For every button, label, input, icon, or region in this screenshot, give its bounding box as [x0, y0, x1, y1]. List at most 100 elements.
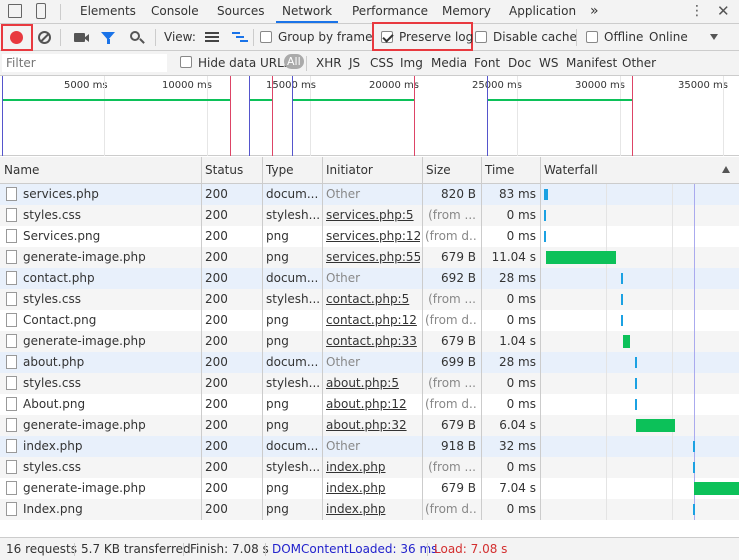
device-toolbar-icon[interactable]: [36, 3, 46, 19]
row-size: (from d...: [425, 502, 476, 516]
table-row[interactable]: generate-image.php 200 png contact.php:33 67…: [0, 331, 739, 352]
overview-bar: [2, 99, 230, 101]
filter-type-font[interactable]: Font: [474, 56, 500, 70]
row-name[interactable]: generate-image.php: [23, 247, 199, 268]
inspect-element-icon[interactable]: [8, 4, 22, 18]
row-initiator[interactable]: about.php:12: [326, 394, 420, 415]
row-initiator[interactable]: index.php: [326, 499, 420, 520]
row-initiator[interactable]: contact.php:33: [326, 331, 420, 352]
waterfall-bar: [693, 504, 696, 515]
column-divider: [422, 478, 423, 499]
row-name[interactable]: About.png: [23, 394, 199, 415]
row-name[interactable]: generate-image.php: [23, 478, 199, 499]
tab-sources[interactable]: Sources: [217, 0, 264, 23]
row-initiator[interactable]: index.php: [326, 478, 420, 499]
row-time: 32 ms: [498, 439, 536, 453]
clear-icon[interactable]: [38, 31, 51, 44]
close-icon[interactable]: ✕: [717, 2, 730, 20]
row-name[interactable]: styles.css: [23, 373, 199, 394]
chevron-down-icon[interactable]: [710, 34, 718, 40]
row-size: 679 B: [441, 418, 476, 432]
tab-performance[interactable]: Performance: [352, 0, 428, 23]
row-name[interactable]: generate-image.php: [23, 415, 199, 436]
row-initiator[interactable]: contact.php:5: [326, 289, 420, 310]
preserve-log-checkbox[interactable]: [381, 31, 393, 43]
sort-ascending-icon[interactable]: [722, 166, 730, 173]
tab-console[interactable]: Console: [151, 0, 199, 23]
hide-data-urls-checkbox[interactable]: [180, 56, 192, 68]
more-tabs-button[interactable]: »: [590, 0, 599, 23]
table-row[interactable]: generate-image.php 200 png index.php 679 B 7.…: [0, 478, 739, 499]
column-divider: [481, 478, 482, 499]
table-row[interactable]: Index.png 200 png index.php (from d... 0 ms: [0, 499, 739, 520]
table-row[interactable]: Contact.png 200 png contact.php:12 (from d..…: [0, 310, 739, 331]
table-row[interactable]: styles.css 200 stylesh... contact.php:5 (fro…: [0, 289, 739, 310]
filter-type-ws[interactable]: WS: [539, 56, 558, 70]
column-type[interactable]: Type: [262, 157, 294, 184]
table-row[interactable]: index.php 200 docum... Other 918 B 32 ms: [0, 436, 739, 457]
row-name[interactable]: styles.css: [23, 205, 199, 226]
table-row[interactable]: styles.css 200 stylesh... services.php:5 (fr…: [0, 205, 739, 226]
table-row[interactable]: About.png 200 png about.php:12 (from d... 0 m…: [0, 394, 739, 415]
row-name[interactable]: about.php: [23, 352, 199, 373]
row-initiator[interactable]: about.php:5: [326, 373, 420, 394]
column-time[interactable]: Time: [481, 157, 514, 184]
filter-type-css[interactable]: CSS: [370, 56, 394, 70]
record-icon[interactable]: [10, 31, 23, 44]
table-row[interactable]: contact.php 200 docum... Other 692 B 28 ms: [0, 268, 739, 289]
tab-memory[interactable]: Memory: [442, 0, 491, 23]
large-rows-icon[interactable]: [205, 32, 219, 43]
filter-type-img[interactable]: Img: [400, 56, 423, 70]
column-size[interactable]: Size: [422, 157, 451, 184]
row-initiator[interactable]: services.php:5: [326, 205, 420, 226]
table-row[interactable]: Services.png 200 png services.php:12 (from d…: [0, 226, 739, 247]
tab-network[interactable]: Network: [276, 0, 339, 23]
row-name[interactable]: Services.png: [23, 226, 199, 247]
table-row[interactable]: styles.css 200 stylesh... index.php (from ..…: [0, 457, 739, 478]
row-initiator[interactable]: contact.php:12: [326, 310, 420, 331]
row-type: png: [266, 502, 289, 516]
filter-type-manifest[interactable]: Manifest: [566, 56, 617, 70]
row-initiator[interactable]: about.php:32: [326, 415, 420, 436]
row-initiator[interactable]: services.php:55: [326, 247, 420, 268]
column-initiator[interactable]: Initiator: [322, 157, 373, 184]
waterfall-overview-icon[interactable]: [232, 32, 248, 43]
row-name[interactable]: styles.css: [23, 457, 199, 478]
table-row[interactable]: services.php 200 docum... Other 820 B 83 ms: [0, 184, 739, 205]
row-initiator[interactable]: index.php: [326, 457, 420, 478]
filter-type-all[interactable]: All: [284, 54, 304, 69]
row-name[interactable]: contact.php: [23, 268, 199, 289]
row-status: 200: [205, 418, 228, 432]
offline-checkbox[interactable]: [586, 31, 598, 43]
more-options-icon[interactable]: ⋮: [690, 3, 704, 19]
row-name[interactable]: Index.png: [23, 499, 199, 520]
column-waterfall[interactable]: Waterfall: [540, 157, 598, 184]
filter-type-js[interactable]: JS: [349, 56, 360, 70]
row-name[interactable]: index.php: [23, 436, 199, 457]
filter-type-xhr[interactable]: XHR: [316, 56, 342, 70]
table-row[interactable]: generate-image.php 200 png about.php:32 679 …: [0, 415, 739, 436]
tab-elements[interactable]: Elements: [80, 0, 136, 23]
column-status[interactable]: Status: [201, 157, 243, 184]
disable-cache-checkbox[interactable]: [475, 31, 487, 43]
row-name[interactable]: Contact.png: [23, 310, 199, 331]
filter-input[interactable]: [2, 54, 167, 72]
row-name[interactable]: services.php: [23, 184, 199, 205]
table-row[interactable]: styles.css 200 stylesh... about.php:5 (from …: [0, 373, 739, 394]
overview-timeline[interactable]: 5000 ms 10000 ms 15000 ms 20000 ms 25000…: [0, 76, 739, 156]
row-name[interactable]: generate-image.php: [23, 331, 199, 352]
tab-application[interactable]: Application: [509, 0, 576, 23]
row-initiator[interactable]: services.php:12: [326, 226, 420, 247]
group-by-frame-checkbox[interactable]: [260, 31, 272, 43]
column-divider: [481, 373, 482, 394]
table-row[interactable]: generate-image.php 200 png services.php:55 6…: [0, 247, 739, 268]
column-divider: [422, 499, 423, 520]
column-name[interactable]: Name: [0, 157, 39, 184]
filter-type-media[interactable]: Media: [431, 56, 467, 70]
filter-type-doc[interactable]: Doc: [508, 56, 531, 70]
filter-type-other[interactable]: Other: [622, 56, 656, 70]
row-name[interactable]: styles.css: [23, 289, 199, 310]
row-status: 200: [205, 187, 228, 201]
table-row[interactable]: about.php 200 docum... Other 699 B 28 ms: [0, 352, 739, 373]
throttling-select[interactable]: Online: [649, 30, 688, 44]
